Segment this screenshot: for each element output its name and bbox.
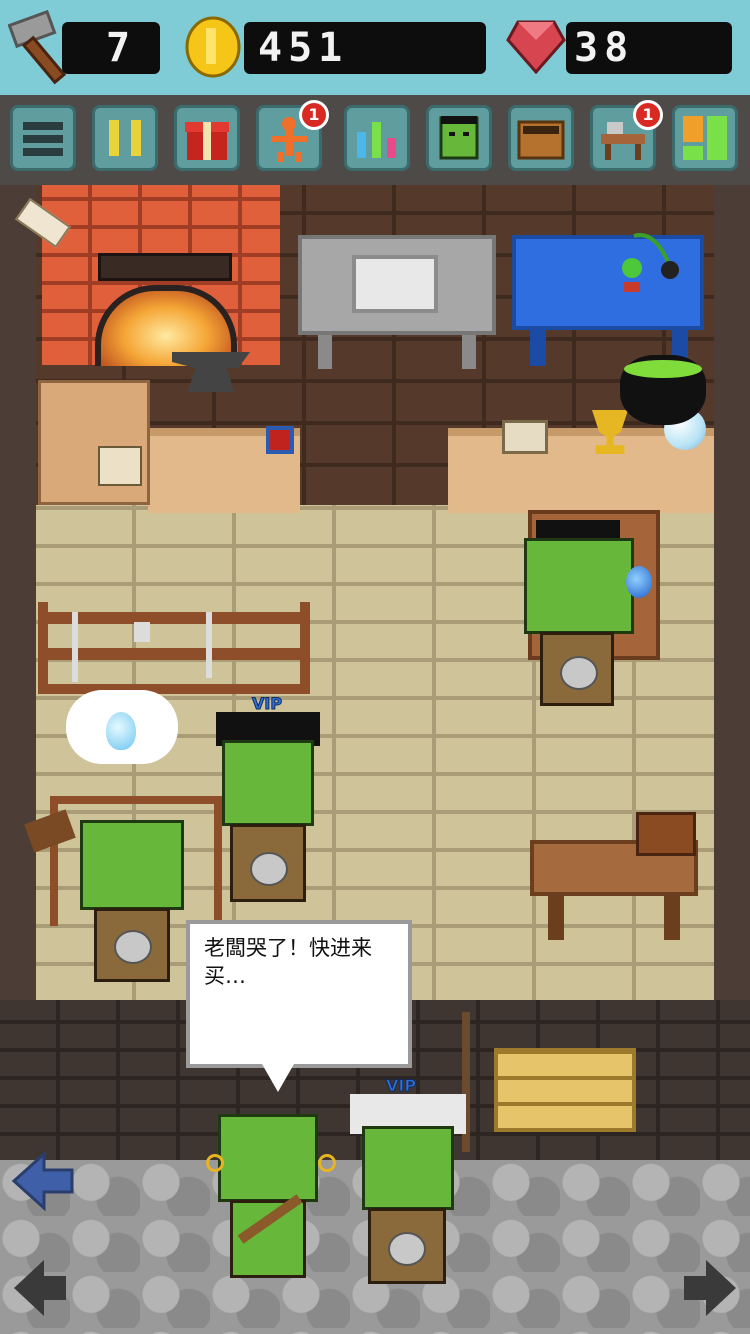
orc-belly xyxy=(114,930,152,964)
pause-icon xyxy=(109,120,141,156)
alchemy-table-leg-left xyxy=(530,330,546,366)
cabinet[interactable] xyxy=(38,380,150,505)
coins-value: 451 xyxy=(258,25,349,71)
desk-tools-icon xyxy=(636,812,696,856)
pause-button[interactable] xyxy=(92,105,158,171)
vip-customer-orc[interactable] xyxy=(212,712,324,910)
display-board-leg-right xyxy=(462,335,476,369)
back-arrow-icon[interactable] xyxy=(10,1148,76,1214)
sword-icon xyxy=(72,612,78,682)
orc-head xyxy=(524,538,634,634)
shopkeeper-orc[interactable] xyxy=(520,520,640,720)
red-item-box[interactable] xyxy=(266,426,294,454)
orc-head xyxy=(218,1114,318,1202)
storage-box-icon xyxy=(517,120,565,160)
earring-icon xyxy=(206,1154,224,1172)
skill-tree-badge: 1 xyxy=(299,100,329,130)
coins-counter: 451 xyxy=(244,22,486,74)
customer-orc-left[interactable] xyxy=(76,800,188,990)
vip-elder-orc[interactable] xyxy=(350,1094,466,1290)
book-icon[interactable] xyxy=(502,420,548,454)
coin-icon xyxy=(184,16,242,78)
customers-icon xyxy=(439,116,479,160)
hammers-value: 7 xyxy=(106,25,137,71)
vip-label: VIP xyxy=(385,1076,417,1096)
stats-icon xyxy=(357,122,396,158)
orc-head xyxy=(222,740,314,826)
display-board-leg-left xyxy=(318,335,332,369)
gift-icon xyxy=(185,122,229,160)
skill-tree-button[interactable]: 1 xyxy=(256,100,329,171)
workbench-button[interactable]: 1 xyxy=(590,100,663,171)
toolbar: 1 1 xyxy=(0,95,750,185)
menu-button[interactable] xyxy=(10,105,76,171)
orc-belly xyxy=(560,656,598,690)
wooden-sign[interactable] xyxy=(494,1048,636,1132)
spear-icon xyxy=(206,612,212,678)
potion-request-icon xyxy=(626,566,652,598)
customers-button[interactable] xyxy=(426,105,492,171)
potion-icon xyxy=(106,712,136,750)
vip-label: VIP xyxy=(251,694,283,714)
resource-bar: 7 451 38 xyxy=(0,0,750,95)
right-wall xyxy=(714,185,750,1000)
layout-icon xyxy=(683,116,727,160)
cauldron-brew xyxy=(624,360,702,378)
stats-button[interactable] xyxy=(344,105,410,171)
earring-icon xyxy=(318,1154,336,1172)
gems-counter: 38 xyxy=(566,22,732,74)
scroll-left-arrow-icon[interactable] xyxy=(10,1256,70,1320)
cabinet-map xyxy=(98,446,142,486)
gift-button[interactable] xyxy=(174,105,240,171)
workbench-badge: 1 xyxy=(633,100,663,130)
gems-value: 38 xyxy=(574,25,635,71)
display-board-paper xyxy=(352,255,438,313)
forge-tool-rack xyxy=(98,253,232,281)
scroll-right-arrow-icon[interactable] xyxy=(680,1256,740,1320)
customer-orc-earring[interactable] xyxy=(204,1110,336,1286)
gem-icon xyxy=(506,18,566,75)
hammers-counter: 7 xyxy=(62,22,160,74)
menu-icon xyxy=(23,122,63,156)
left-wall xyxy=(0,185,36,1000)
orc-head xyxy=(80,820,184,910)
axe-icon xyxy=(134,622,150,642)
orc-belly xyxy=(250,852,288,886)
alchemy-flask-icon xyxy=(614,232,684,296)
crafting-desk-leg-left xyxy=(548,896,564,940)
layout-button[interactable] xyxy=(672,105,738,171)
weapon-rack[interactable] xyxy=(38,602,310,694)
orc-belly xyxy=(388,1232,426,1266)
speech-bubble-text: 老闆哭了！快进来买… xyxy=(204,936,372,988)
storage-button[interactable] xyxy=(508,105,574,171)
orc-head xyxy=(362,1126,454,1210)
speech-bubble-tail xyxy=(262,1064,294,1092)
crafting-desk-leg-right xyxy=(664,896,680,940)
